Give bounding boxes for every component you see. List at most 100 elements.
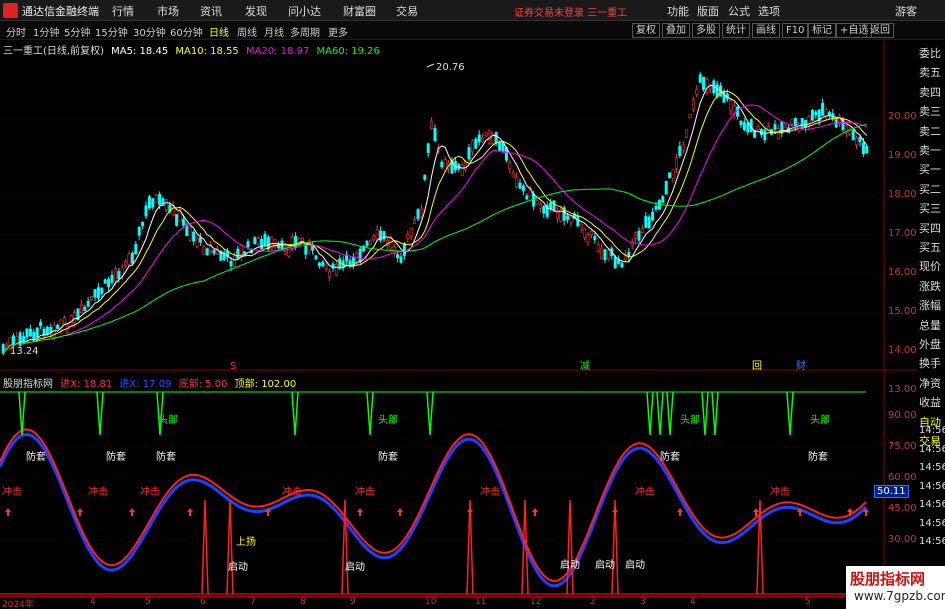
candle-body: [600, 247, 604, 259]
candle-body: [147, 196, 151, 209]
side-item[interactable]: 涨跌: [919, 278, 945, 294]
event-mark-reduce[interactable]: 减: [580, 360, 590, 372]
stats-button[interactable]: 统计: [722, 23, 750, 38]
login-status[interactable]: 证券交易未登录 三一重工: [514, 4, 627, 19]
side-item[interactable]: 收益: [919, 394, 945, 410]
date-label: 2: [590, 597, 596, 607]
side-item[interactable]: 卖一: [919, 142, 945, 158]
candle-body: [668, 172, 672, 178]
candle-body: [25, 328, 29, 338]
event-mark-buyback[interactable]: 回: [752, 360, 762, 372]
period-timeshare[interactable]: 分时: [6, 24, 26, 39]
mark-button[interactable]: 标记: [808, 23, 836, 38]
drawline-button[interactable]: 画线: [752, 23, 780, 38]
candle-body: [192, 231, 196, 242]
side-item[interactable]: 涨幅: [919, 297, 945, 313]
period-daily[interactable]: 日线: [209, 24, 229, 39]
side-item[interactable]: 卖五: [919, 64, 945, 80]
side-item[interactable]: 总量: [919, 317, 945, 333]
kline-chart[interactable]: 20.76 13.24 S 减 回 财 防套 防套 防套 防套 防套 防套冲击 冲击 冲击 冲击…: [0, 40, 917, 596]
candle-body: [464, 161, 468, 171]
event-mark-s[interactable]: S: [230, 361, 236, 372]
side-item[interactable]: 买一: [919, 161, 945, 177]
candle-body: [494, 132, 498, 144]
menu-assistant[interactable]: 问小达: [288, 3, 321, 19]
candle-body: [433, 128, 437, 142]
candle-body: [103, 279, 107, 284]
side-item[interactable]: 卖四: [919, 84, 945, 100]
period-30min[interactable]: 30分钟: [133, 24, 166, 39]
back-button[interactable]: 返回: [866, 23, 894, 38]
side-item[interactable]: 换手: [919, 355, 945, 371]
side-item[interactable]: 卖二: [919, 123, 945, 139]
indicator-signal-label: 头部: [378, 413, 398, 426]
event-mark-finance[interactable]: 财: [796, 359, 806, 372]
candle-body: [236, 248, 240, 259]
side-item[interactable]: 买二: [919, 181, 945, 197]
indicator-signal-label: 启动: [625, 558, 645, 571]
candle-body: [678, 145, 682, 157]
period-more[interactable]: 更多: [328, 24, 348, 39]
menu-trade[interactable]: 交易: [396, 3, 418, 19]
side-item[interactable]: 买三: [919, 200, 945, 216]
candle-body: [314, 255, 318, 260]
guest-user[interactable]: 游客: [895, 3, 917, 19]
date-label: 5: [145, 597, 151, 607]
adjust-button[interactable]: 复权: [632, 23, 660, 38]
period-15min[interactable]: 15分钟: [95, 24, 128, 39]
menu-options[interactable]: 选项: [758, 3, 780, 19]
period-weekly[interactable]: 周线: [237, 24, 257, 39]
candle-body: [100, 287, 104, 294]
candle-body: [467, 147, 471, 160]
side-item[interactable]: 现价: [919, 258, 945, 274]
side-item[interactable]: 外盘: [919, 336, 945, 352]
candle-body: [691, 98, 695, 110]
period-60min[interactable]: 60分钟: [170, 24, 203, 39]
candle-body: [45, 326, 49, 335]
candle-body: [317, 262, 321, 267]
indicator-val-1: 进X: 18.81: [60, 379, 113, 390]
side-item[interactable]: 卖三: [919, 103, 945, 119]
menu-function[interactable]: 功能: [667, 3, 689, 19]
side-item[interactable]: 净资: [919, 375, 945, 391]
candle-body: [130, 252, 134, 264]
candle-body: [90, 296, 94, 300]
indicator-val-2: 进X: 17.09: [119, 379, 172, 390]
menu-wealth[interactable]: 财富圈: [343, 3, 376, 19]
candle-body: [746, 122, 750, 133]
candle-body: [229, 261, 233, 267]
ind-tick: 45.00: [888, 503, 917, 514]
menu-market[interactable]: 市场: [157, 3, 179, 19]
candle-body: [334, 264, 338, 276]
indicator-val-3: 底部: 5.00: [178, 379, 228, 390]
menu-quotes[interactable]: 行情: [112, 3, 134, 19]
period-1min[interactable]: 1分钟: [33, 24, 59, 39]
overlay-button[interactable]: 叠加: [662, 23, 690, 38]
period-monthly[interactable]: 月线: [264, 24, 284, 39]
side-item[interactable]: 买四: [919, 220, 945, 236]
menu-news[interactable]: 资讯: [200, 3, 222, 19]
side-item[interactable]: 买五: [919, 239, 945, 255]
candle-body: [851, 130, 855, 141]
candle-body: [144, 205, 148, 217]
menu-layout[interactable]: 版面: [697, 3, 719, 19]
stock-label[interactable]: 三一重工(日线,前复权): [3, 46, 104, 57]
candle-body: [358, 248, 362, 263]
period-5min[interactable]: 5分钟: [64, 24, 90, 39]
quote-side-panel: 委比 卖五 卖四 卖三 卖二 卖一 买一 买二 买三 买四 买五 现价 涨跌 涨幅 总量 外盘 换手 净资 收益 自动…: [917, 40, 945, 609]
candle-body: [593, 236, 597, 240]
f10-button[interactable]: F10: [782, 23, 809, 38]
candle-body: [39, 322, 43, 327]
candle-body: [158, 193, 162, 205]
candle-body: [824, 109, 828, 117]
period-multi[interactable]: 多周期: [290, 24, 320, 39]
menu-formula[interactable]: 公式: [728, 3, 750, 19]
ma20-value: MA20: 18.97: [245, 46, 310, 57]
indicator-signal-label: 防套: [106, 450, 126, 463]
menu-discover[interactable]: 发现: [245, 3, 267, 19]
indicator-name[interactable]: 股朋指标网: [3, 379, 53, 390]
low-price-label: 13.24: [10, 346, 39, 357]
multistock-button[interactable]: 多股: [692, 23, 720, 38]
side-item[interactable]: 委比: [919, 45, 945, 61]
candle-body: [406, 234, 410, 239]
